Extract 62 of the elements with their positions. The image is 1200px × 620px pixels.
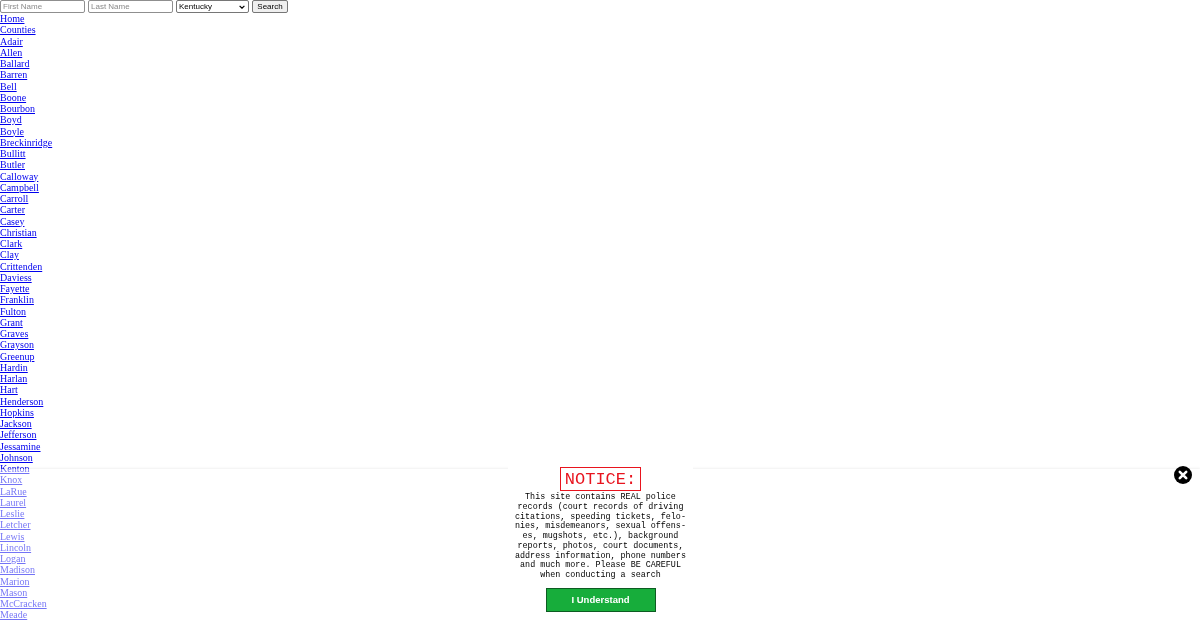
state-select[interactable]: Kentucky (176, 0, 249, 13)
county-link[interactable]: Counties (0, 24, 36, 36)
county-link[interactable]: Carroll (0, 193, 29, 205)
notice-title: NOTICE: (559, 467, 642, 491)
search-button[interactable]: Search (252, 0, 288, 13)
county-link[interactable]: Adair (0, 35, 23, 47)
county-link[interactable]: Daviess (0, 271, 32, 283)
county-link[interactable]: Harlan (0, 373, 28, 385)
county-link[interactable]: Madison (0, 564, 35, 576)
county-link[interactable]: Letcher (0, 519, 31, 531)
county-link[interactable]: Grayson (0, 339, 34, 351)
county-link[interactable]: Meade (0, 609, 28, 620)
county-link[interactable]: Jessamine (0, 440, 41, 452)
county-link[interactable]: Casey (0, 215, 25, 227)
county-link[interactable]: Carter (0, 204, 25, 216)
county-link[interactable]: LaRue (0, 485, 27, 497)
county-link[interactable]: Butler (0, 159, 25, 171)
county-link[interactable]: Johnson (0, 451, 33, 463)
county-link[interactable]: Grant (0, 316, 23, 328)
county-link[interactable]: Lincoln (0, 541, 32, 553)
county-link[interactable]: Fayette (0, 283, 30, 295)
county-link[interactable]: Hopkins (0, 406, 34, 418)
county-link[interactable]: Jackson (0, 418, 32, 430)
chevron-down-icon (239, 4, 245, 9)
county-link[interactable]: Marion (0, 575, 30, 587)
county-link[interactable]: Laurel (0, 496, 27, 508)
county-link[interactable]: Mason (0, 586, 28, 598)
county-link[interactable]: Knox (0, 474, 23, 486)
county-link[interactable]: Leslie (0, 508, 25, 520)
first-name-field[interactable]: First Name (0, 0, 85, 13)
county-link[interactable]: Clay (0, 249, 19, 261)
county-link[interactable]: Allen (0, 46, 23, 58)
county-link[interactable]: Breckinridge (0, 136, 53, 148)
county-link[interactable]: Barren (0, 69, 28, 81)
county-link[interactable]: Graves (0, 328, 29, 340)
county-link[interactable]: Hardin (0, 361, 28, 373)
close-icon[interactable] (1174, 466, 1192, 484)
county-link[interactable]: Logan (0, 553, 26, 565)
county-link[interactable]: Franklin (0, 294, 34, 306)
county-link[interactable]: Hart (0, 384, 18, 396)
county-link[interactable]: Lewis (0, 530, 25, 542)
county-link[interactable]: Henderson (0, 395, 44, 407)
county-link[interactable]: Jefferson (0, 429, 37, 441)
county-link[interactable]: Boyd (0, 114, 22, 126)
county-link[interactable]: Campbell (0, 181, 39, 193)
county-link[interactable]: Bell (0, 80, 17, 92)
county-link[interactable]: Bullitt (0, 148, 26, 160)
county-link[interactable]: Calloway (0, 170, 39, 182)
county-link[interactable]: Crittenden (0, 260, 43, 272)
county-link[interactable]: Christian (0, 226, 37, 238)
county-link[interactable]: Ballard (0, 58, 30, 70)
county-link[interactable]: Boone (0, 91, 27, 103)
last-name-field[interactable]: Last Name (88, 0, 173, 13)
county-link[interactable]: Home (0, 13, 25, 25)
county-link[interactable]: Kenton (0, 463, 30, 475)
notice-text: This site contains REAL police records (court records of driving citations, speeding tickets, felo- nies, misdemeanors, sexual offens- es, mugshots, etc.), background reports, photos, court documents, address information, phone numbers and much more. Please BE CAREFUL when conducting a search (515, 493, 686, 581)
county-link[interactable]: Clark (0, 238, 23, 250)
county-link[interactable]: McCracken (0, 598, 47, 610)
county-link[interactable]: Bourbon (0, 103, 35, 115)
county-link[interactable]: Greenup (0, 350, 35, 362)
county-link[interactable]: Fulton (0, 305, 27, 317)
county-link[interactable]: Boyle (0, 125, 24, 137)
